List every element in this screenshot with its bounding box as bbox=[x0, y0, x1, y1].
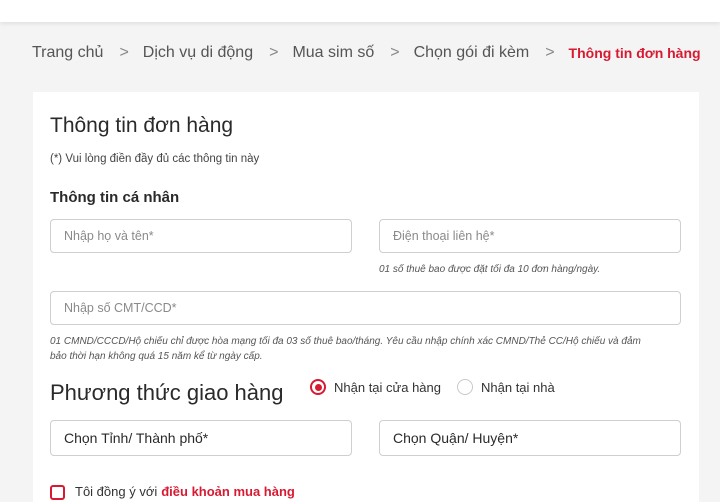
breadcrumb-buy-sim[interactable]: Mua sim số bbox=[292, 44, 374, 62]
breadcrumb-order-info: Thông tin đơn hàng bbox=[568, 45, 701, 61]
district-select-label: Chọn Quận/ Huyện* bbox=[393, 430, 519, 446]
delivery-method-heading: Phương thức giao hàng bbox=[50, 380, 284, 405]
id-hint: 01 CMND/CCCD/Hộ chiếu chỉ được hòa mạng … bbox=[50, 334, 690, 364]
terms-checkbox[interactable] bbox=[50, 485, 65, 500]
name-placeholder: Nhập họ và tên* bbox=[64, 229, 154, 243]
radio-unselected-icon bbox=[457, 379, 473, 395]
chevron-right-icon: > bbox=[390, 44, 400, 61]
name-input[interactable]: Nhập họ và tên* bbox=[50, 219, 352, 253]
chevron-right-icon: > bbox=[269, 44, 279, 61]
top-bar bbox=[0, 0, 720, 22]
id-hint-line-2: bảo thời hạn không quá 15 năm kể từ ngày… bbox=[50, 351, 263, 362]
page-title: Thông tin đơn hàng bbox=[50, 114, 234, 137]
chevron-right-icon: > bbox=[119, 44, 129, 61]
personal-info-heading: Thông tin cá nhân bbox=[50, 189, 180, 206]
required-note: (*) Vui lòng điền đầy đủ các thông tin n… bbox=[50, 153, 260, 165]
radio-home-delivery[interactable]: Nhận tại nhà bbox=[457, 379, 555, 395]
phone-hint: 01 số thuê bao được đặt tối đa 10 đơn hà… bbox=[379, 264, 601, 275]
terms-agreement: Tôi đồng ý với điều khoản mua hàng bbox=[50, 484, 295, 500]
province-select[interactable]: Chọn Tỉnh/ Thành phố* bbox=[50, 420, 352, 456]
radio-selected-icon bbox=[310, 379, 326, 395]
chevron-right-icon: > bbox=[545, 44, 555, 61]
breadcrumb-home[interactable]: Trang chủ bbox=[32, 44, 103, 62]
id-number-placeholder: Nhập số CMT/CCD* bbox=[64, 301, 177, 315]
phone-placeholder: Điện thoại liên hệ* bbox=[393, 229, 495, 243]
breadcrumb-choose-package[interactable]: Chọn gói đi kèm bbox=[414, 44, 530, 62]
terms-link[interactable]: điều khoản mua hàng bbox=[161, 484, 295, 499]
province-select-label: Chọn Tỉnh/ Thành phố* bbox=[64, 430, 209, 446]
breadcrumb: Trang chủ > Dịch vụ di động > Mua sim số… bbox=[32, 44, 701, 62]
order-form-card: Thông tin đơn hàng (*) Vui lòng điền đầy… bbox=[33, 92, 699, 502]
district-select[interactable]: Chọn Quận/ Huyện* bbox=[379, 420, 681, 456]
phone-input[interactable]: Điện thoại liên hệ* bbox=[379, 219, 681, 253]
terms-text: Tôi đồng ý với bbox=[75, 484, 158, 499]
id-number-input[interactable]: Nhập số CMT/CCD* bbox=[50, 291, 681, 325]
radio-pickup-store[interactable]: Nhận tại cửa hàng bbox=[310, 379, 441, 395]
radio-pickup-store-label: Nhận tại cửa hàng bbox=[334, 379, 441, 395]
id-hint-line-1: 01 CMND/CCCD/Hộ chiếu chỉ được hòa mạng … bbox=[50, 336, 641, 347]
breadcrumb-mobile-services[interactable]: Dịch vụ di động bbox=[143, 44, 253, 62]
radio-home-delivery-label: Nhận tại nhà bbox=[481, 379, 555, 395]
